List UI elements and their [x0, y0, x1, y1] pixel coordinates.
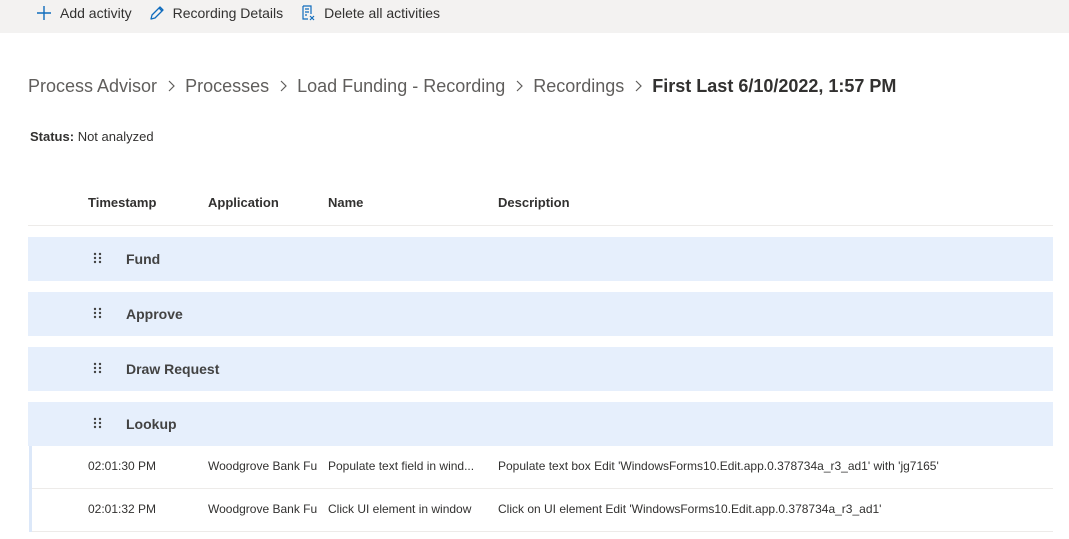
delete-all-activities-label: Delete all activities: [324, 4, 441, 21]
chevron-right-icon: [505, 79, 533, 93]
column-header-application[interactable]: Application: [208, 195, 279, 210]
plus-icon: [35, 4, 53, 22]
drag-handle-icon[interactable]: [92, 361, 104, 377]
breadcrumb-load-funding-recording[interactable]: Load Funding - Recording: [297, 76, 505, 97]
activity-group-approve[interactable]: Approve: [28, 292, 1053, 336]
cell-application: Woodgrove Bank Fu: [208, 502, 318, 516]
cell-name: Click UI element in window: [328, 502, 472, 516]
add-activity-label: Add activity: [60, 4, 132, 21]
group-label: Lookup: [126, 416, 177, 432]
table-row[interactable]: 02:01:30 PM Woodgrove Bank Fu Populate t…: [32, 446, 1053, 489]
column-header-timestamp[interactable]: Timestamp: [88, 195, 156, 210]
recording-details-label: Recording Details: [172, 4, 284, 21]
cell-timestamp: 02:01:32 PM: [88, 502, 157, 516]
command-bar: Add activity Recording Details Delete al…: [0, 0, 1069, 33]
group-label: Fund: [126, 251, 161, 267]
add-activity-button[interactable]: Add activity: [27, 0, 140, 26]
delete-list-icon: [299, 4, 317, 22]
delete-all-activities-button[interactable]: Delete all activities: [291, 0, 448, 26]
activity-group-draw-request[interactable]: Draw Request: [28, 347, 1053, 391]
chevron-right-icon: [157, 79, 185, 93]
activity-group-fund[interactable]: Fund: [28, 237, 1053, 281]
activity-group-lookup[interactable]: Lookup: [28, 402, 1053, 446]
chevron-right-icon: [624, 79, 652, 93]
cell-application: Woodgrove Bank Fu: [208, 459, 318, 473]
breadcrumb-processes[interactable]: Processes: [185, 76, 269, 97]
status-label: Status:: [30, 129, 75, 144]
breadcrumb: Process Advisor Processes Load Funding -…: [28, 72, 896, 100]
drag-handle-icon[interactable]: [92, 251, 104, 267]
breadcrumb-current-recording: First Last 6/10/2022, 1:57 PM: [652, 75, 897, 96]
lookup-activity-rows: 02:01:30 PM Woodgrove Bank Fu Populate t…: [29, 446, 1053, 532]
table-row[interactable]: 02:01:32 PM Woodgrove Bank Fu Click UI e…: [32, 489, 1053, 532]
group-label: Draw Request: [126, 361, 220, 377]
status-line: Status: Not analyzed: [30, 129, 154, 144]
column-header-name[interactable]: Name: [328, 195, 363, 210]
column-header-description[interactable]: Description: [498, 195, 570, 210]
cell-description: Populate text box Edit 'WindowsForms10.E…: [498, 459, 939, 473]
status-value: Not analyzed: [77, 129, 154, 144]
pencil-icon: [148, 4, 166, 22]
recording-details-button[interactable]: Recording Details: [140, 0, 292, 26]
breadcrumb-process-advisor[interactable]: Process Advisor: [28, 76, 157, 97]
group-label: Approve: [126, 306, 183, 322]
cell-timestamp: 02:01:30 PM: [88, 459, 157, 473]
activities-table: Timestamp Application Name Description F…: [28, 181, 1053, 532]
cell-description: Click on UI element Edit 'WindowsForms10…: [498, 502, 882, 516]
drag-handle-icon[interactable]: [92, 306, 104, 322]
breadcrumb-recordings[interactable]: Recordings: [533, 76, 624, 97]
chevron-right-icon: [269, 79, 297, 93]
drag-handle-icon[interactable]: [92, 416, 104, 432]
cell-name: Populate text field in wind...: [328, 459, 475, 473]
table-header: Timestamp Application Name Description: [28, 181, 1053, 226]
